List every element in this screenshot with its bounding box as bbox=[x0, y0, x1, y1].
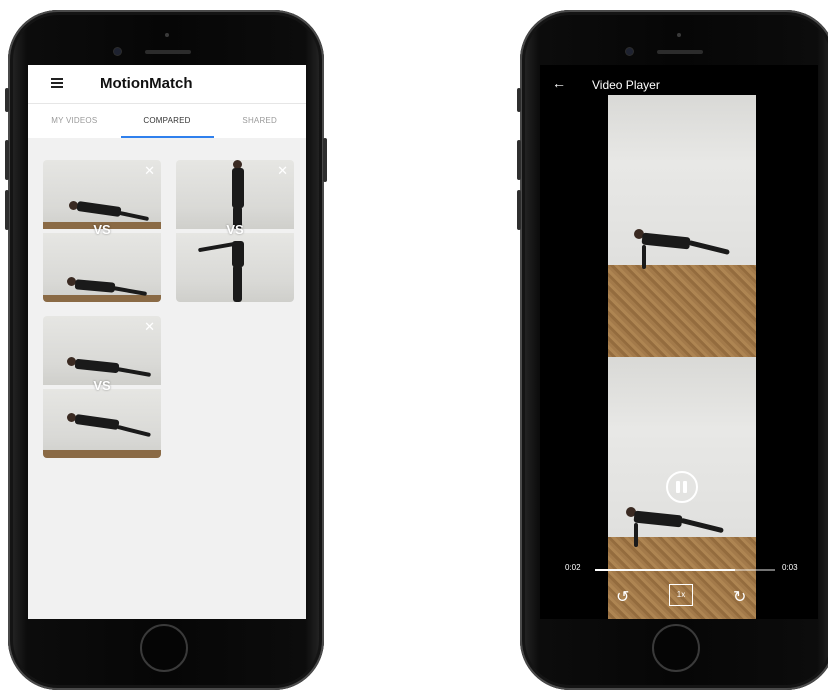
tab-my-videos[interactable]: MY VIDEOS bbox=[28, 104, 121, 138]
close-icon[interactable]: ✕ bbox=[277, 164, 288, 177]
video-thumbnail[interactable] bbox=[43, 389, 161, 458]
tab-compared[interactable]: COMPARED bbox=[121, 104, 214, 138]
playback-speed-button[interactable]: 1x bbox=[669, 584, 693, 606]
phone-frame-left: MotionMatch MY VIDEOS COMPARED SHARED ✕ … bbox=[5, 10, 327, 690]
earpiece-speaker bbox=[657, 50, 703, 54]
replay-10-icon[interactable]: ↺ bbox=[616, 587, 629, 607]
close-icon[interactable]: ✕ bbox=[144, 164, 155, 177]
vs-label: VS bbox=[93, 378, 111, 393]
volume-down-button bbox=[517, 190, 521, 230]
comparison-card[interactable]: ✕ VS bbox=[43, 160, 161, 302]
sensor-dot bbox=[165, 33, 169, 37]
video-thumbnail[interactable] bbox=[43, 233, 161, 302]
comparison-card[interactable]: ✕ VS bbox=[176, 160, 294, 302]
video-frame-top bbox=[608, 95, 756, 357]
earpiece-speaker bbox=[145, 50, 191, 54]
home-button[interactable] bbox=[652, 624, 700, 672]
player-title: Video Player bbox=[592, 78, 660, 92]
mute-switch bbox=[5, 88, 9, 112]
power-button bbox=[323, 138, 327, 182]
phone-frame-right: ← Video Player 0:02 0:03 ↺ 1x ↻ bbox=[517, 10, 828, 690]
mute-switch bbox=[517, 88, 521, 112]
vs-label: VS bbox=[93, 222, 111, 237]
seek-bar-progress bbox=[595, 569, 736, 571]
volume-down-button bbox=[5, 190, 9, 230]
compared-screen: MotionMatch MY VIDEOS COMPARED SHARED ✕ … bbox=[28, 65, 306, 619]
current-time: 0:02 bbox=[565, 563, 581, 572]
sensor-dot bbox=[677, 33, 681, 37]
vs-label: VS bbox=[226, 222, 244, 237]
video-viewport[interactable] bbox=[608, 95, 756, 619]
volume-up-button bbox=[5, 140, 9, 180]
volume-up-button bbox=[517, 140, 521, 180]
video-player-screen: ← Video Player 0:02 0:03 ↺ 1x ↻ bbox=[540, 65, 818, 619]
front-camera bbox=[626, 48, 633, 55]
front-camera bbox=[114, 48, 121, 55]
tab-bar: MY VIDEOS COMPARED SHARED bbox=[28, 103, 306, 138]
total-time: 0:03 bbox=[782, 563, 798, 572]
pause-button[interactable] bbox=[666, 471, 698, 503]
app-title: MotionMatch bbox=[100, 75, 193, 92]
forward-icon[interactable]: ↻ bbox=[733, 587, 746, 607]
app-bar: MotionMatch bbox=[28, 65, 306, 103]
home-button[interactable] bbox=[140, 624, 188, 672]
menu-icon[interactable] bbox=[51, 78, 63, 88]
video-thumbnail[interactable] bbox=[176, 233, 294, 302]
close-icon[interactable]: ✕ bbox=[144, 320, 155, 333]
comparison-card[interactable]: ✕ VS bbox=[43, 316, 161, 458]
active-tab-indicator bbox=[121, 136, 214, 138]
seek-bar[interactable] bbox=[595, 569, 775, 571]
back-arrow-icon[interactable]: ← bbox=[552, 75, 566, 91]
tab-shared[interactable]: SHARED bbox=[213, 104, 306, 138]
